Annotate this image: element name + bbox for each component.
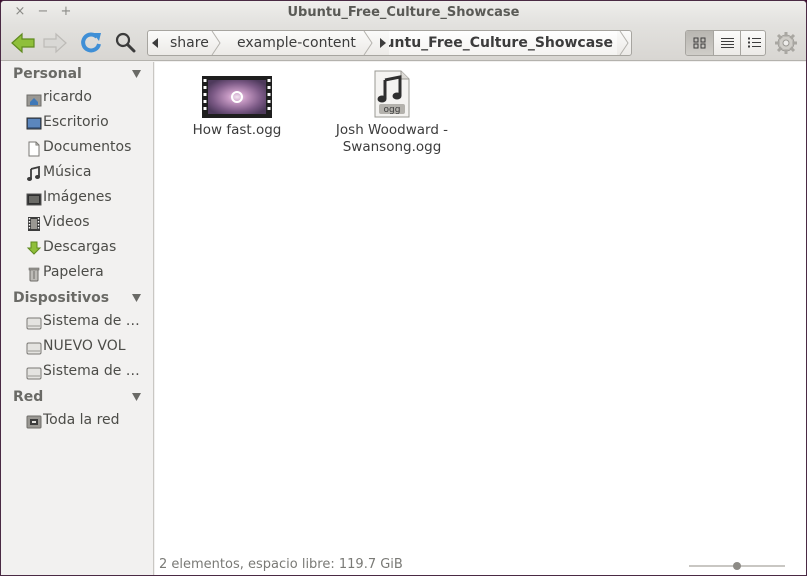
grid-view-button[interactable] bbox=[686, 31, 713, 55]
title-bar: × − + Ubuntu_Free_Culture_Showcase bbox=[1, 1, 806, 25]
sidebar-section-personal[interactable]: Personal bbox=[13, 66, 82, 82]
file-view: How fast.ogg ogg Josh Woodward - Swanson… bbox=[155, 62, 806, 575]
drive-icon bbox=[26, 317, 42, 330]
breadcrumb-separator bbox=[211, 31, 221, 55]
file-item[interactable]: ogg Josh Woodward - Swansong.ogg bbox=[327, 70, 457, 156]
drive-icon bbox=[26, 367, 42, 380]
settings-button[interactable] bbox=[773, 30, 799, 56]
breadcrumb-item-current[interactable]: Ubuntu_Free_Culture_Showcase bbox=[389, 31, 617, 55]
breadcrumb-item-example-content[interactable]: example-content bbox=[237, 31, 356, 55]
window-title: Ubuntu_Free_Culture_Showcase bbox=[287, 5, 520, 20]
videos-icon bbox=[28, 217, 40, 231]
sidebar-item-escritorio[interactable]: Escritorio bbox=[23, 113, 151, 135]
compact-view-button[interactable] bbox=[740, 31, 765, 55]
breadcrumb-right-arrow-icon[interactable] bbox=[380, 38, 386, 48]
sidebar-item-musica[interactable]: Música bbox=[23, 163, 151, 185]
trash-icon bbox=[28, 267, 40, 282]
collapse-arrow-icon[interactable] bbox=[132, 70, 141, 78]
zoom-slider-handle[interactable] bbox=[733, 562, 741, 570]
sidebar-item-videos[interactable]: Videos bbox=[23, 213, 151, 235]
documents-icon bbox=[28, 141, 40, 157]
back-button[interactable] bbox=[9, 29, 37, 57]
breadcrumb-separator bbox=[619, 31, 629, 55]
breadcrumb-left-arrow-icon[interactable] bbox=[152, 38, 158, 48]
compact-view-icon bbox=[748, 37, 761, 48]
downloads-icon bbox=[26, 241, 42, 255]
file-item[interactable]: How fast.ogg bbox=[177, 76, 297, 139]
breadcrumb: share example-content Ubuntu_Free_Cultur… bbox=[147, 30, 632, 56]
search-button[interactable] bbox=[111, 29, 139, 57]
sidebar: Personal ricardo Escritorio Documentos M… bbox=[1, 62, 154, 575]
sidebar-section-red[interactable]: Red bbox=[13, 389, 43, 405]
collapse-arrow-icon[interactable] bbox=[132, 294, 141, 302]
collapse-arrow-icon[interactable] bbox=[132, 393, 141, 401]
reload-button[interactable] bbox=[77, 29, 105, 57]
reload-icon bbox=[81, 32, 101, 53]
search-icon bbox=[115, 32, 136, 53]
pictures-icon bbox=[26, 193, 42, 206]
file-name: Josh Woodward - Swansong.ogg bbox=[335, 122, 449, 155]
gear-icon bbox=[775, 32, 797, 54]
sidebar-item-sistema-de-archivos[interactable]: Sistema de archivos bbox=[23, 312, 151, 334]
back-arrow-icon bbox=[11, 32, 35, 54]
sidebar-item-toda-la-red[interactable]: Toda la red bbox=[23, 411, 151, 433]
sidebar-item-papelera[interactable]: Papelera bbox=[23, 263, 151, 285]
breadcrumb-separator bbox=[363, 31, 373, 55]
zoom-slider[interactable] bbox=[689, 562, 785, 570]
breadcrumb-item-share[interactable]: share bbox=[170, 31, 209, 55]
view-mode-switcher bbox=[685, 30, 766, 56]
music-icon bbox=[27, 166, 40, 181]
forward-button[interactable] bbox=[41, 29, 69, 57]
toolbar: share example-content Ubuntu_Free_Cultur… bbox=[1, 25, 806, 61]
file-name: How fast.ogg bbox=[192, 122, 282, 138]
sidebar-item-documentos[interactable]: Documentos bbox=[23, 138, 151, 160]
sidebar-item-descargas[interactable]: Descargas bbox=[23, 238, 151, 260]
grid-view-icon bbox=[693, 37, 706, 49]
forward-arrow-icon bbox=[43, 32, 67, 54]
list-view-icon bbox=[721, 38, 734, 48]
sidebar-item-ricardo[interactable]: ricardo bbox=[23, 88, 151, 110]
sidebar-section-dispositivos[interactable]: Dispositivos bbox=[13, 290, 109, 306]
file-manager-window: × − + Ubuntu_Free_Culture_Showcase share… bbox=[0, 0, 807, 576]
sidebar-item-sistema-de-archivos-2[interactable]: Sistema de archivos bbox=[23, 362, 151, 384]
sidebar-item-imagenes[interactable]: Imágenes bbox=[23, 188, 151, 210]
sidebar-item-nuevo-vol[interactable]: NUEVO VOL bbox=[23, 337, 151, 359]
file-type-badge: ogg bbox=[383, 105, 401, 115]
home-folder-icon bbox=[26, 94, 42, 107]
list-view-button[interactable] bbox=[713, 31, 740, 55]
desktop-icon bbox=[26, 117, 42, 130]
drive-icon bbox=[26, 342, 42, 355]
status-text: 2 elementos, espacio libre: 119.7 GiB bbox=[159, 557, 403, 572]
video-thumbnail-icon bbox=[202, 76, 272, 118]
network-icon bbox=[26, 415, 42, 429]
